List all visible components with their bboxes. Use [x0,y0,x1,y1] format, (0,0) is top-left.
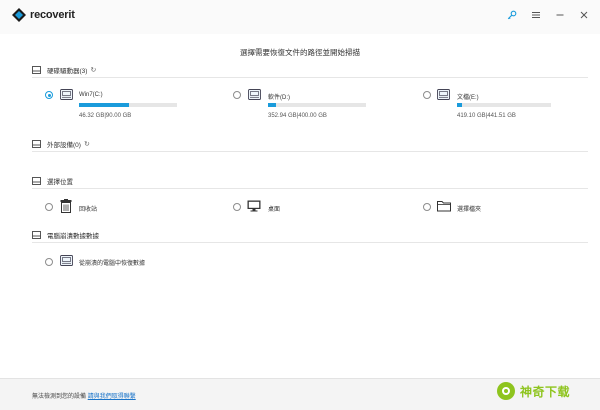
recycle-bin-radio[interactable] [45,203,53,211]
folder-icon [437,201,451,212]
footer-message: 無法檢測到您的設備 請與我們取得聯繫 [32,391,136,400]
drive-c-name: Win7(C:) [79,92,103,98]
hard-drive-icon [32,66,41,74]
section-divider [32,242,588,243]
drive-icon [437,89,450,100]
recycle-bin-icon [60,199,72,213]
section-divider [32,151,588,152]
drive-d-name: 軟件(D:) [268,95,290,101]
desktop-icon [247,200,261,212]
section-hard-drives: 硬碟驅動器(3) ↻ [32,65,96,75]
recoverit-logo-icon [12,8,26,22]
drive-d-usage-bar [268,103,366,107]
crashed-computer-label: 從崩潰的電腦中恢復數據 [79,261,146,267]
section-select-location: 選擇位置 [32,176,73,186]
drive-e-radio[interactable] [423,91,431,99]
hard-drive-icon [32,140,41,148]
select-folder-radio[interactable] [423,203,431,211]
recycle-bin-label: 回收站 [79,207,98,213]
app-logo: recoverit [12,8,75,22]
section-title-crashed-computer: 電腦崩潰數據數據 [47,233,99,240]
drive-c-usage-fill [79,103,129,107]
desktop-radio[interactable] [233,203,241,211]
drive-d-radio[interactable] [233,91,241,99]
close-icon[interactable] [578,9,590,21]
section-title-select-location: 選擇位置 [47,179,73,186]
section-divider [32,188,588,189]
drive-d-size: 352.94 GB|400.00 GB [268,113,327,119]
refresh-icon[interactable]: ↻ [84,140,90,148]
select-folder-label: 選擇檔夾 [457,207,482,213]
drive-c-size: 46.32 GB|90.00 GB [79,113,132,119]
section-divider [32,77,588,78]
drive-e-name: 文檔(E:) [457,95,479,101]
hard-drive-icon [32,231,41,239]
minimize-icon[interactable] [554,9,566,21]
drive-e-size: 419.10 GB|441.51 GB [457,113,516,119]
section-title-external-devices: 外部設備(0) [47,142,81,149]
page-instruction: 選擇需要恢復文件的路徑並開始掃描 [240,48,360,57]
section-external-devices: 外部設備(0) ↻ [32,139,90,149]
drive-e-usage-bar [457,103,551,107]
drive-d-usage-fill [268,103,276,107]
crashed-drive-icon [60,255,73,266]
title-bar: recoverit [0,0,600,34]
hard-drive-icon [32,177,41,185]
menu-icon[interactable] [530,9,542,21]
section-title-hard-drives: 硬碟驅動器(3) [47,68,88,75]
drive-c-usage-bar [79,103,177,107]
key-icon[interactable] [506,9,518,21]
refresh-icon[interactable]: ↻ [90,66,96,74]
desktop-label: 桌面 [268,207,281,213]
watermark: 神奇下载 [496,378,600,404]
drive-c-radio[interactable] [45,91,53,99]
section-crashed-computer: 電腦崩潰數據數據 [32,230,99,240]
drive-icon [248,89,261,100]
crashed-computer-radio[interactable] [45,258,53,266]
contact-us-link[interactable]: 請與我們取得聯繫 [88,394,136,400]
drive-icon [60,89,73,100]
app-name: recoverit [30,9,75,21]
watermark-text: 神奇下载 [520,384,571,399]
drive-e-usage-fill [457,103,462,107]
footer-text: 無法檢測到您的設備 [32,394,87,400]
watermark-logo-icon [497,382,515,400]
